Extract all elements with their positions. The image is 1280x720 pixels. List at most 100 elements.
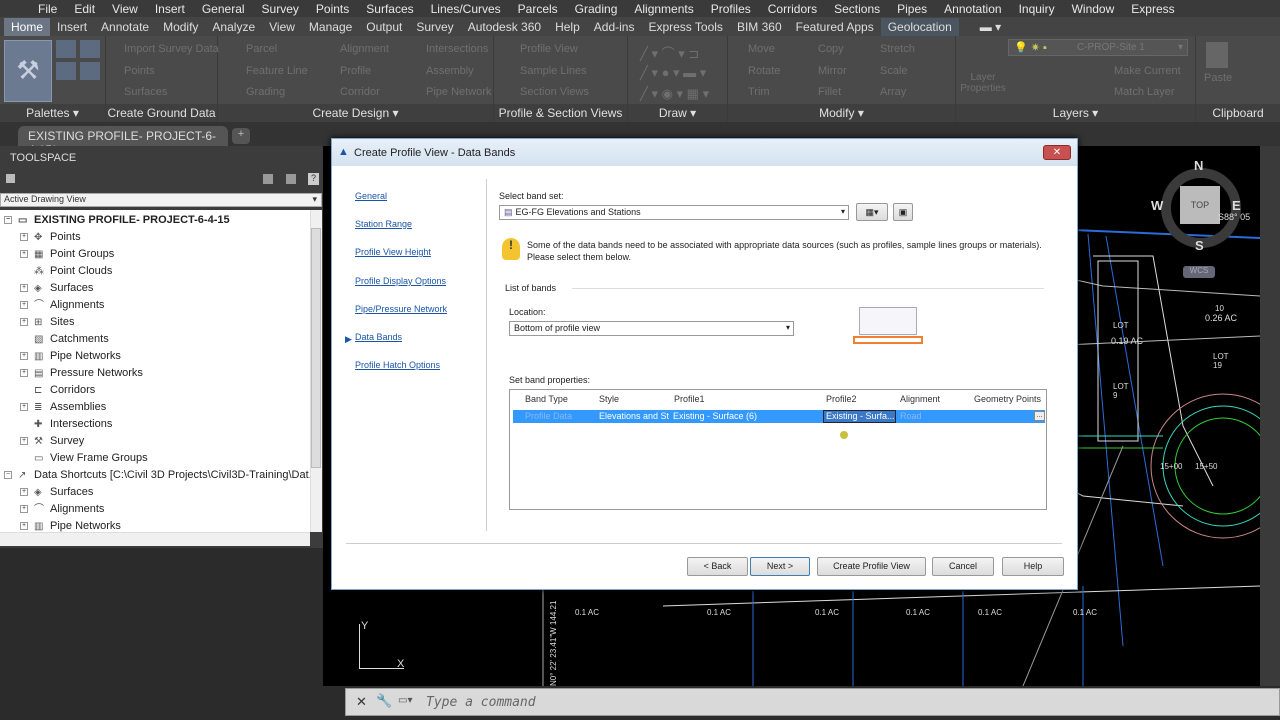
band-set-dropdown[interactable]: ▤ EG-FG Elevations and Stations ▾ <box>499 205 849 220</box>
copy-button[interactable]: Rotate <box>748 65 780 77</box>
style-cell[interactable]: Elevations and St <box>599 411 671 421</box>
tree-data-shortcuts[interactable]: − ↗ Data Shortcuts [C:\Civil 3D Projects\C… <box>4 467 318 484</box>
command-prompt-icon[interactable]: ▭▾ <box>398 695 412 706</box>
tree-item[interactable]: ⁂ Point Clouds <box>20 263 112 280</box>
tree-item[interactable]: + ◈ Surfaces <box>20 484 93 501</box>
tree-item[interactable]: + ▥ Pipe Networks <box>20 348 121 365</box>
tab-expresstools[interactable]: Express Tools <box>641 18 729 36</box>
wcs-menu[interactable]: WCS <box>1183 266 1215 278</box>
panel-label[interactable]: Layers ▾ <box>956 104 1195 122</box>
help-button[interactable]: Help <box>1002 557 1064 576</box>
panel-label[interactable]: Modify ▾ <box>728 104 955 122</box>
dialog-close-button[interactable]: ✕ <box>1043 145 1071 160</box>
nav-profile-hatch-options[interactable]: Profile Hatch Options <box>355 360 440 370</box>
tree-item[interactable]: ⊏ Corridors <box>20 382 95 399</box>
palette-button[interactable] <box>56 62 76 80</box>
palette-button[interactable] <box>56 40 76 58</box>
paste-icon[interactable] <box>1206 42 1228 68</box>
tree-item[interactable]: + ▤ Pressure Networks <box>20 365 143 382</box>
tab-modify[interactable]: Modify <box>156 18 205 36</box>
scale-button[interactable]: Scale <box>880 65 908 77</box>
menu-annotation[interactable]: Annotation <box>944 2 1001 16</box>
match-layer-button[interactable]: Match Layer <box>1114 86 1175 98</box>
assembly-button[interactable]: Assembly <box>426 65 474 77</box>
nav-profile-display-options[interactable]: Profile Display Options <box>355 276 446 286</box>
band-type-cell[interactable]: Profile Data <box>525 411 595 421</box>
panel-label[interactable]: Create Design ▾ <box>218 104 493 122</box>
grading-button[interactable]: Grading <box>246 86 285 98</box>
new-tab-button[interactable]: + <box>232 128 250 144</box>
save-band-set-button[interactable]: ▣ <box>893 203 913 221</box>
nav-general[interactable]: General <box>355 191 387 201</box>
panel-label[interactable]: Palettes ▾ <box>0 104 105 122</box>
menu-insert[interactable]: Insert <box>155 2 185 16</box>
tab-survey[interactable]: Survey <box>409 18 460 36</box>
toolspace-button[interactable]: ⚒ <box>4 40 52 102</box>
wrench-icon[interactable]: 🔧 <box>376 693 392 709</box>
alignment-button[interactable]: Alignment <box>340 43 389 55</box>
compass-east[interactable]: E <box>1232 198 1241 213</box>
toolspace-layout-icon[interactable] <box>286 174 296 184</box>
trim-button[interactable]: Stretch <box>880 43 915 55</box>
panel-label[interactable]: Create Ground Data ▾ <box>106 104 217 138</box>
palette-button[interactable] <box>80 62 100 80</box>
hatch-tool-icon[interactable]: ╱ ▾ ◉ ▾ ▦ ▾ <box>640 86 709 102</box>
viewcube-top-face[interactable]: TOP <box>1180 186 1220 224</box>
menu-sections[interactable]: Sections <box>834 2 880 16</box>
menu-survey[interactable]: Survey <box>262 2 299 16</box>
tab-manage[interactable]: Manage <box>302 18 359 36</box>
toolspace-settings-icon[interactable] <box>6 174 15 183</box>
profile2-cell[interactable]: Existing - Surfa... <box>823 410 896 423</box>
cancel-button[interactable]: Cancel <box>932 557 994 576</box>
compass-north[interactable]: N <box>1194 158 1203 173</box>
location-dropdown[interactable]: Bottom of profile view ▾ <box>509 321 794 336</box>
column-header[interactable]: Profile2 <box>826 394 857 404</box>
tab-featuredapps[interactable]: Featured Apps <box>789 18 881 36</box>
nav-station-range[interactable]: Station Range <box>355 219 412 229</box>
tab-output[interactable]: Output <box>359 18 409 36</box>
nav-data-bands[interactable]: Data Bands <box>355 332 402 342</box>
tree-item[interactable]: + ⌒ Alignments <box>20 501 104 518</box>
menu-express[interactable]: Express <box>1131 2 1174 16</box>
column-header[interactable]: Profile1 <box>674 394 705 404</box>
dialog-title-bar[interactable]: ▲ Create Profile View - Data Bands <box>332 139 1077 166</box>
line-tool-icon[interactable]: ╱ ▾ ⌒ ▾ ⊐ <box>640 43 699 62</box>
tree-item[interactable]: + ⊞ Sites <box>20 314 74 331</box>
alignment-cell[interactable]: Road <box>900 411 922 421</box>
menu-parcels[interactable]: Parcels <box>518 2 558 16</box>
compass-south[interactable]: S <box>1195 238 1204 253</box>
rotate-button[interactable]: Copy <box>818 43 844 55</box>
next-button[interactable]: Next > <box>750 557 810 576</box>
tab-bim360[interactable]: BIM 360 <box>730 18 789 36</box>
stretch-button[interactable]: Trim <box>748 86 770 98</box>
profile-button[interactable]: Profile <box>340 65 371 77</box>
menu-points[interactable]: Points <box>316 2 349 16</box>
palette-button[interactable] <box>80 40 100 58</box>
column-header[interactable]: Alignment <box>900 394 940 404</box>
tab-view[interactable]: View <box>262 18 302 36</box>
tab-home[interactable]: Home <box>4 17 51 36</box>
menu-edit[interactable]: Edit <box>74 2 95 16</box>
section-views-button[interactable]: Section Views <box>520 86 589 98</box>
pipe-network-button[interactable]: Pipe Network <box>426 86 491 98</box>
toolspace-tree-icon[interactable] <box>263 174 273 184</box>
column-header[interactable]: Geometry Points <box>974 394 1041 404</box>
tab-addins[interactable]: Add-ins <box>587 18 642 36</box>
toolspace-view-select[interactable]: Active Drawing View ▾ <box>0 193 322 207</box>
menu-profiles[interactable]: Profiles <box>711 2 751 16</box>
profile1-cell[interactable]: Existing - Surface (6) <box>673 411 823 421</box>
create-profile-view-button[interactable]: Create Profile View <box>817 557 926 576</box>
points-button[interactable]: Points <box>124 65 155 77</box>
parcel-button[interactable]: Parcel <box>246 43 277 55</box>
panel-label[interactable]: Draw ▾ <box>628 104 727 122</box>
menu-file[interactable]: File <box>38 2 57 16</box>
fillet-button[interactable]: Fillet <box>818 86 841 98</box>
right-toolbar[interactable] <box>1260 146 1280 686</box>
surfaces-button[interactable]: Surfaces <box>124 86 167 98</box>
back-button[interactable]: < Back <box>687 557 748 576</box>
help-icon[interactable]: ? <box>308 173 319 185</box>
menu-surfaces[interactable]: Surfaces <box>366 2 413 16</box>
tree-item[interactable]: + ⌒ Alignments <box>20 297 104 314</box>
intersections-button[interactable]: Intersections <box>426 43 488 55</box>
menu-inquiry[interactable]: Inquiry <box>1019 2 1055 16</box>
